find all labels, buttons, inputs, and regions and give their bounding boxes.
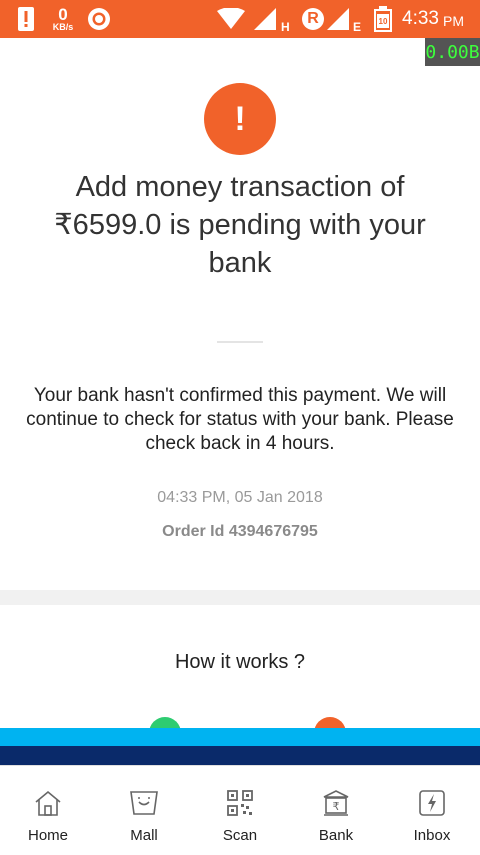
clock-ampm: PM: [442, 12, 464, 29]
promo-banner-bottom: [0, 746, 480, 765]
nav-home-label: Home: [27, 827, 68, 844]
recording-icon: [86, 0, 112, 38]
section-separator: [0, 590, 480, 605]
network-type-e: E: [353, 20, 362, 34]
bank-icon: ₹: [323, 790, 349, 816]
nav-scan-label: Scan: [222, 827, 258, 844]
mall-icon: [130, 791, 158, 815]
alert-icon: !: [204, 83, 276, 155]
network-type-h: H: [281, 20, 290, 34]
how-it-works-heading: How it works ?: [174, 651, 306, 673]
nav-home[interactable]: Home: [0, 766, 96, 855]
promo-banner-top: [0, 728, 480, 746]
nav-bank[interactable]: ₹ Bank: [288, 766, 384, 855]
speed-unit: KB/s: [52, 21, 74, 32]
status-bar: 0 KB/s H R E 10 4:33 PM: [0, 0, 480, 38]
wifi-icon: [217, 0, 245, 38]
alert-symbol: !: [234, 99, 246, 138]
clock: 4:33 PM: [402, 0, 464, 38]
home-icon: [35, 790, 61, 816]
nav-mall-label: Mall: [130, 827, 158, 844]
data-counter-overlay: 0.00B: [425, 38, 480, 66]
qr-icon: [227, 790, 253, 816]
nav-mall[interactable]: Mall: [96, 766, 192, 855]
nav-inbox[interactable]: Inbox: [384, 766, 480, 855]
bottom-navigation: Home Mall Scan ₹ Bank Inbox: [0, 765, 480, 855]
network-speed: 0 KB/s: [48, 0, 78, 38]
transaction-message: Your bank hasn't confirmed this payment.…: [26, 385, 454, 454]
divider: [217, 341, 263, 343]
battery-level: 10: [377, 14, 389, 28]
transaction-timestamp: 04:33 PM, 05 Jan 2018: [157, 489, 323, 506]
nav-bank-label: Bank: [318, 827, 354, 844]
order-id: Order Id 4394676795: [162, 523, 318, 540]
svg-text:₹: ₹: [333, 800, 340, 813]
nav-scan[interactable]: Scan: [192, 766, 288, 855]
nav-inbox-label: Inbox: [413, 827, 451, 844]
roaming-icon: R: [302, 0, 324, 38]
clock-time: 4:33: [402, 8, 439, 29]
transaction-title: Add money transaction of ₹6599.0 is pend…: [54, 171, 426, 279]
signal-icon: [254, 0, 276, 38]
battery-icon: 10: [374, 0, 392, 38]
warning-icon: [16, 0, 36, 38]
inbox-icon: [419, 790, 445, 816]
speed-value: 0: [58, 4, 68, 24]
signal-icon-2: [327, 0, 349, 38]
roaming-badge: R: [302, 8, 324, 30]
